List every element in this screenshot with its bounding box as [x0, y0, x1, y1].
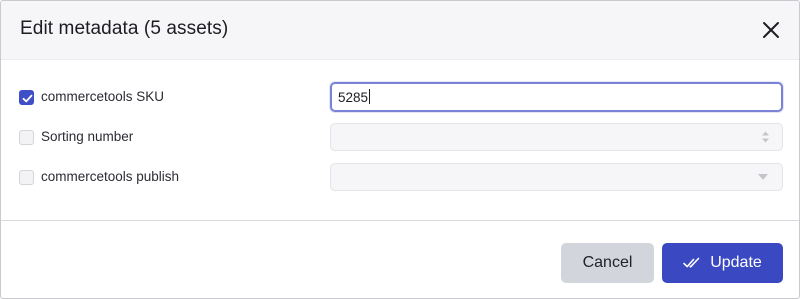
edit-metadata-dialog: Edit metadata (5 assets) commercetools S… [0, 0, 800, 299]
chevron-down-icon [758, 174, 768, 180]
sku-label: commercetools SKU [41, 89, 165, 104]
footer-divider [1, 220, 799, 221]
dialog-title: Edit metadata (5 assets) [20, 18, 229, 39]
field-row-commercetools-publish: commercetools publish [1, 163, 799, 191]
cancel-button-label: Cancel [582, 254, 633, 271]
update-button[interactable]: Update [662, 243, 783, 283]
sorting-number-checkbox[interactable] [19, 130, 34, 145]
sorting-number-input[interactable] [330, 123, 783, 151]
publish-checkbox[interactable] [19, 170, 34, 185]
update-button-label: Update [710, 254, 762, 271]
sorting-number-label: Sorting number [41, 129, 134, 144]
close-icon [763, 22, 779, 38]
sku-input-value: 5285 [338, 89, 371, 105]
spinner-arrows-icon[interactable] [761, 130, 770, 144]
text-caret [369, 89, 371, 104]
field-row-commercetools-sku: commercetools SKU 5285 [1, 82, 799, 112]
publish-label: commercetools publish [41, 169, 180, 184]
cancel-button[interactable]: Cancel [561, 243, 654, 283]
dialog-header: Edit metadata (5 assets) [1, 1, 799, 60]
publish-select[interactable] [330, 163, 783, 191]
sku-input[interactable]: 5285 [330, 82, 783, 112]
close-button[interactable] [758, 17, 784, 43]
field-row-sorting-number: Sorting number [1, 123, 799, 151]
checkmark-icon [22, 94, 33, 103]
double-check-icon [683, 257, 700, 268]
sku-checkbox[interactable] [19, 90, 34, 105]
